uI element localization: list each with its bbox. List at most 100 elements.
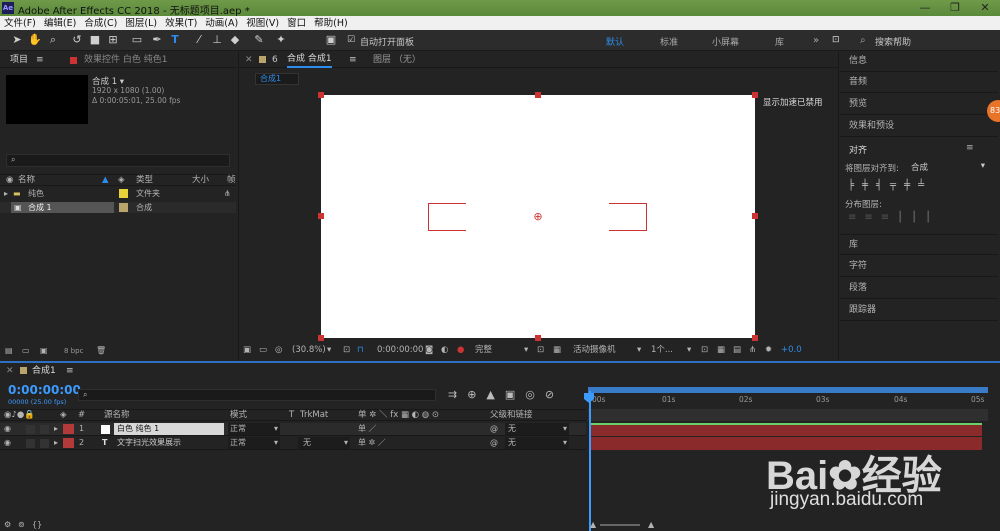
menu-edit[interactable]: 编辑(E)	[40, 16, 80, 30]
visibility-eye-icon[interactable]: ◉	[4, 437, 11, 449]
chevron-down-icon[interactable]: ▾	[687, 342, 691, 358]
sort-icon[interactable]: ▲	[102, 175, 109, 186]
timecode-display[interactable]: 0:00:00:00	[377, 342, 423, 358]
monitor-icon[interactable]: ▭	[259, 342, 267, 358]
chevron-down-icon[interactable]: ▾	[524, 342, 528, 358]
align-to-dropdown[interactable]: 合成 ▾	[911, 161, 987, 173]
menu-window[interactable]: 窗口	[283, 16, 310, 30]
flowchart-icon[interactable]: ⋔	[749, 342, 756, 358]
table-row[interactable]: ◉ ▸ 2 T 文字扫光效果展示 正常 ▾ 无 ▾ 单 ✲ ／ @ 无 ▾	[0, 437, 586, 450]
vr-icon[interactable]: ◎	[275, 342, 282, 358]
roto-brush-icon[interactable]: ✎	[252, 33, 266, 47]
tab-timeline-comp[interactable]: 合成1	[32, 363, 56, 379]
toggle-pixel-icon[interactable]: ⊡	[701, 342, 708, 358]
close-tab-icon[interactable]: ✕	[6, 363, 14, 379]
col-type[interactable]: 类型	[136, 175, 153, 186]
panel-tracker[interactable]: 跟踪器	[840, 300, 998, 321]
zoom-dropdown[interactable]: (30.8%)	[292, 342, 326, 358]
panel-audio[interactable]: 音频	[840, 72, 998, 93]
brush-icon[interactable]: ⁄	[192, 33, 206, 47]
snapshot-icon[interactable]: ◙	[425, 342, 433, 358]
zoom-in-icon[interactable]: ▲	[648, 519, 654, 531]
always-preview-icon[interactable]: ▣	[243, 342, 251, 358]
label-swatch[interactable]	[119, 189, 128, 198]
panel-menu-icon[interactable]: ≡	[966, 143, 974, 153]
auto-open-checkbox[interactable]: ☑	[344, 33, 358, 47]
playhead[interactable]	[589, 391, 591, 531]
minimize-button[interactable]: —	[910, 0, 940, 16]
align-buttons[interactable]: ╞╪╡╤╪╧	[848, 180, 988, 194]
clone-stamp-icon[interactable]: ⊥	[210, 33, 224, 47]
roi-icon[interactable]: ⊡	[537, 342, 544, 358]
tab-project[interactable]: 项目	[10, 52, 28, 68]
resize-handle[interactable]	[752, 213, 758, 219]
workspace-small-screen[interactable]: 小屏幕	[712, 35, 739, 48]
panel-menu-icon[interactable]: ≡	[349, 52, 357, 68]
chevron-down-icon[interactable]: ▾	[637, 342, 641, 358]
menu-file[interactable]: 文件(F)	[0, 16, 40, 30]
views-dropdown[interactable]: 1个...	[651, 342, 673, 358]
comp-canvas[interactable]: ⊕	[318, 92, 758, 341]
pan-behind-icon[interactable]: ⊞	[106, 33, 120, 47]
resize-handle[interactable]	[318, 92, 324, 98]
col-mode[interactable]: 模式	[230, 410, 247, 421]
pickwhip-icon[interactable]: @	[490, 423, 498, 435]
workspace-library[interactable]: 库	[775, 35, 784, 48]
lock-toggle[interactable]	[40, 439, 49, 448]
resize-handle[interactable]	[318, 213, 324, 219]
project-search-input[interactable]: ⌕	[6, 154, 230, 167]
tab-effect-controls[interactable]: 效果控件 白色 纯色1	[84, 52, 167, 68]
quality-dropdown[interactable]: 完整	[475, 342, 492, 358]
pickwhip-icon[interactable]: @	[490, 437, 498, 449]
menu-help[interactable]: 帮助(H)	[310, 16, 352, 30]
rotate-icon[interactable]: ↺	[70, 33, 84, 47]
col-source-name[interactable]: 源名称	[104, 410, 130, 421]
label-swatch[interactable]	[119, 203, 128, 212]
fast-preview-icon[interactable]: ▦	[717, 342, 725, 358]
timeline-timecode[interactable]: 0:00:00:00	[8, 383, 81, 397]
modes-pane-icon[interactable]: ⊚	[18, 519, 25, 531]
grid-icon[interactable]: ⊓	[357, 342, 364, 358]
workspace-default[interactable]: 默认	[606, 35, 624, 48]
type-icon[interactable]: T	[168, 33, 182, 47]
layer-switches[interactable]: 单 ／	[358, 423, 377, 435]
work-area-bar[interactable]	[588, 387, 988, 393]
puppet-pin-icon[interactable]: ✦	[274, 33, 288, 47]
timeline-zoom-slider[interactable]	[600, 524, 640, 526]
panel-effects-presets[interactable]: 效果和预设	[840, 116, 998, 137]
menu-effect[interactable]: 效果(T)	[161, 16, 201, 30]
sync-icon[interactable]: ⊡	[832, 35, 840, 45]
tab-composition[interactable]: 合成 合成1	[287, 52, 332, 68]
list-item[interactable]: ▣ 合成 1 合成	[0, 202, 236, 213]
parent-dropdown[interactable]: 无 ▾	[505, 423, 569, 435]
timeline-switches[interactable]: ⇉⊕▲▣◎⊘	[448, 388, 564, 401]
workspace-standard[interactable]: 标准	[660, 35, 678, 48]
show-snapshot-icon[interactable]: ◐	[441, 342, 448, 358]
layer-name[interactable]: 白色 纯色 1	[114, 423, 224, 435]
menu-layer[interactable]: 图层(L)	[121, 16, 161, 30]
panel-character[interactable]: 字符	[840, 256, 998, 277]
mode-dropdown[interactable]: 正常 ▾	[228, 423, 280, 435]
in-out-pane-icon[interactable]: {}	[32, 519, 42, 531]
layer-name[interactable]: 文字扫光效果展示	[117, 437, 181, 449]
expand-arrow-icon[interactable]: ▸	[54, 437, 58, 449]
chevron-down-icon[interactable]: ▾	[327, 342, 331, 358]
lock-icon[interactable]: 6	[272, 52, 278, 68]
label-swatch[interactable]	[63, 424, 74, 434]
expand-arrow-icon[interactable]: ▸	[54, 423, 58, 435]
panel-menu-icon[interactable]: ≡	[66, 363, 74, 379]
table-row[interactable]: ◉ ▸ 1 白色 纯色 1 正常 ▾ 单 ／ @ 无 ▾	[0, 423, 586, 436]
exposure-reset-icon[interactable]: ✹	[765, 342, 772, 358]
rectangle-icon[interactable]: ▭	[130, 33, 144, 47]
panel-info[interactable]: 信息	[840, 51, 998, 72]
delete-icon[interactable]: 🗑	[96, 344, 106, 358]
hand-icon[interactable]: ✋	[28, 33, 42, 47]
panel-preview[interactable]: 预览	[840, 94, 998, 115]
layer-search-input[interactable]: ⌕	[78, 389, 436, 401]
new-comp-icon[interactable]: ▣	[40, 344, 48, 358]
panel-menu-icon[interactable]: ≡	[36, 52, 44, 68]
resize-handle[interactable]	[535, 92, 541, 98]
close-tab-icon[interactable]: ✕	[245, 52, 253, 68]
search-help-input[interactable]: 搜索帮助	[875, 35, 911, 48]
layer-duration-bar[interactable]	[590, 423, 982, 436]
